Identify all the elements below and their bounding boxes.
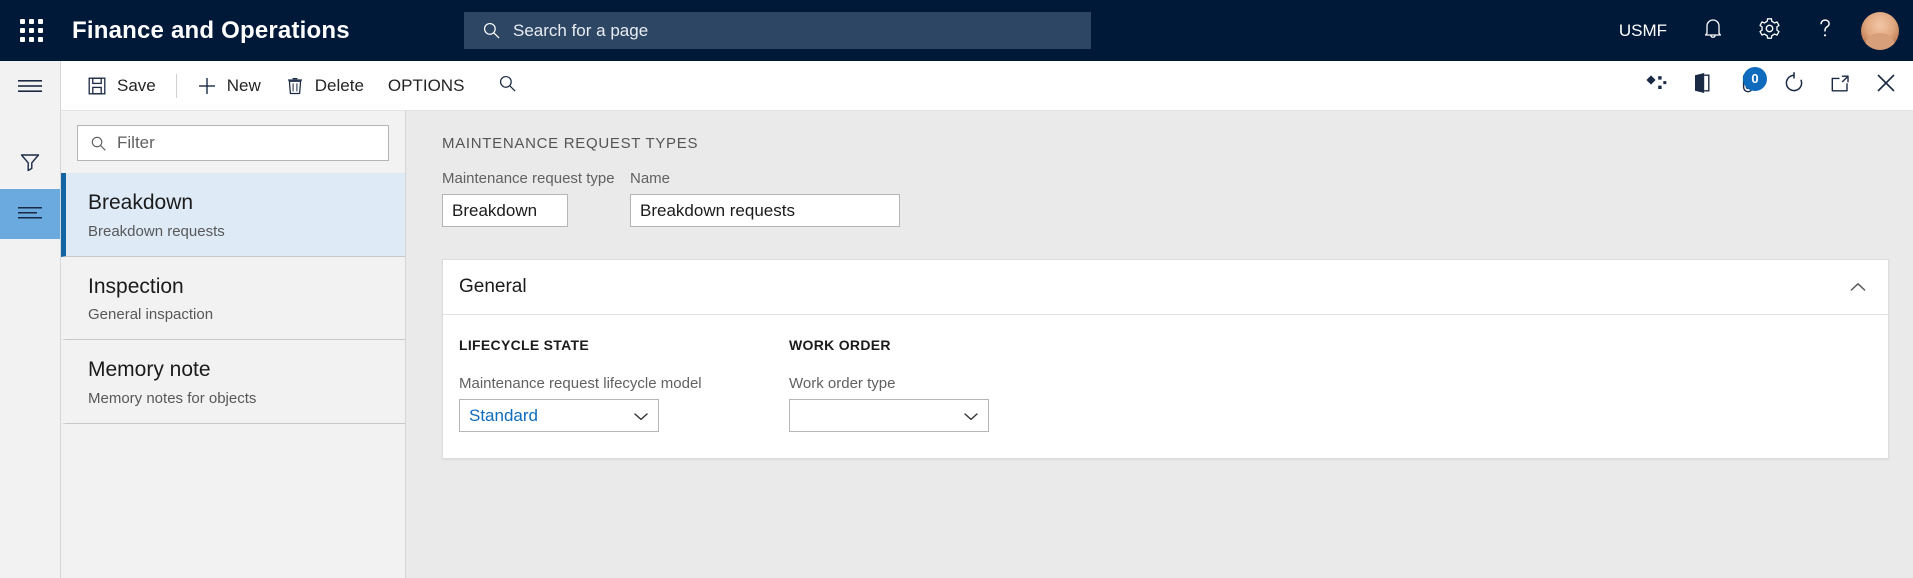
save-button[interactable]: Save [75, 66, 168, 106]
application-window: Finance and Operations Search for a page… [0, 0, 1913, 578]
personalize-button[interactable] [1633, 63, 1679, 109]
chevron-down-icon [962, 410, 980, 422]
diamond-shapes-icon [1644, 73, 1668, 98]
filter-box-container: Filter [61, 111, 405, 173]
chevron-down-icon [632, 410, 650, 422]
notifications-button[interactable] [1685, 0, 1741, 61]
navigation-menu-button[interactable] [0, 61, 60, 115]
content-area: Save New Delete OPTIONS 0 Filter Breakdo… [61, 61, 1913, 578]
lifecycle-model-value: Standard [469, 405, 538, 425]
lifecycle-state-group: LIFECYCLE STATE Maintenance request life… [459, 337, 789, 432]
lifecycle-state-group-title: LIFECYCLE STATE [459, 337, 589, 353]
office-document-icon [1691, 71, 1713, 100]
general-fasttab-header[interactable]: General [443, 260, 1888, 315]
hamburger-icon [17, 78, 43, 99]
page-title: MAINTENANCE REQUEST TYPES [442, 135, 699, 152]
open-in-office-button[interactable] [1679, 63, 1725, 109]
rail-list-button[interactable] [0, 189, 60, 239]
trash-icon [285, 76, 305, 96]
delete-label: Delete [314, 75, 364, 95]
close-button[interactable] [1863, 63, 1909, 109]
refresh-button[interactable] [1771, 63, 1817, 109]
popout-icon [1828, 72, 1852, 99]
close-icon [1874, 71, 1898, 100]
app-launcher-button[interactable] [0, 0, 62, 61]
new-label: New [226, 75, 261, 95]
search-icon [90, 135, 107, 152]
command-bar-right-group: 0 [1633, 61, 1909, 110]
rail-filter-button[interactable] [0, 139, 60, 189]
work-order-type-label: Work order type [789, 375, 896, 392]
list-item-title: Memory note [88, 358, 211, 382]
waffle-icon [19, 19, 43, 42]
list-pane: Filter Breakdown Breakdown requests Insp… [61, 110, 406, 578]
list-item-subtitle: Breakdown requests [88, 222, 225, 240]
rail-spacer [0, 115, 60, 139]
list-item-subtitle: General inspaction [88, 306, 214, 324]
company-selector[interactable]: USMF [1601, 21, 1685, 41]
options-tab[interactable]: OPTIONS [376, 66, 477, 106]
filter-input[interactable]: Filter [77, 125, 389, 161]
avatar[interactable] [1861, 11, 1899, 50]
work-order-type-dropdown[interactable] [789, 399, 989, 432]
global-search-box[interactable]: Search for a page [464, 12, 1091, 49]
header-field-row: Maintenance request type Breakdown Name … [442, 170, 1889, 227]
left-rail [0, 61, 61, 578]
list-item-subtitle: Memory notes for objects [88, 389, 257, 407]
search-icon [482, 21, 501, 40]
work-order-group: WORK ORDER Work order type [789, 337, 1119, 432]
question-mark-icon [1813, 15, 1837, 46]
workspace: Filter Breakdown Breakdown requests Insp… [61, 110, 1913, 578]
name-field: Name Breakdown requests [630, 170, 900, 227]
work-order-group-title: WORK ORDER [789, 337, 891, 353]
general-fasttab: General LIFECYCLE STATE Maintenance requ… [442, 259, 1889, 459]
lifecycle-model-label: Maintenance request lifecycle model [459, 375, 702, 392]
command-divider [175, 73, 177, 98]
maintenance-request-type-label: Maintenance request type [442, 170, 615, 187]
body-row: Save New Delete OPTIONS 0 Filter Breakdo… [0, 61, 1913, 578]
list-item-title: Breakdown [88, 191, 194, 214]
list-item[interactable]: Inspection General inspaction [61, 257, 405, 341]
command-bar: Save New Delete OPTIONS 0 [61, 61, 1913, 110]
global-search-placeholder: Search for a page [513, 20, 649, 40]
filter-placeholder: Filter [117, 133, 155, 152]
top-navigation-right-group: USMF [1601, 0, 1913, 61]
list-item[interactable]: Breakdown Breakdown requests [61, 173, 405, 257]
app-title: Finance and Operations [72, 16, 350, 44]
name-input[interactable]: Breakdown requests [630, 194, 900, 227]
name-label: Name [630, 170, 671, 187]
list-lines-icon [17, 204, 43, 225]
attachments-button[interactable]: 0 [1725, 63, 1771, 109]
help-button[interactable] [1797, 0, 1853, 61]
list-item[interactable]: Memory note Memory notes for objects [61, 340, 405, 424]
list-items: Breakdown Breakdown requests Inspection … [61, 173, 405, 578]
save-disk-icon [87, 76, 107, 96]
gear-icon [1757, 16, 1782, 46]
options-label: OPTIONS [387, 75, 465, 95]
list-item-title: Inspection [88, 274, 184, 298]
general-fasttab-body: LIFECYCLE STATE Maintenance request life… [443, 315, 1888, 458]
open-in-new-window-button[interactable] [1817, 63, 1863, 109]
bell-icon [1702, 16, 1724, 45]
plus-icon [197, 76, 217, 96]
maintenance-request-type-field: Maintenance request type Breakdown [442, 170, 615, 227]
refresh-icon [1782, 71, 1806, 100]
settings-button[interactable] [1741, 0, 1797, 61]
delete-button[interactable]: Delete [273, 66, 376, 106]
lifecycle-model-dropdown[interactable]: Standard [459, 399, 659, 432]
chevron-up-icon[interactable] [1848, 280, 1874, 294]
top-navigation-bar: Finance and Operations Search for a page… [0, 0, 1913, 61]
maintenance-request-type-input[interactable]: Breakdown [442, 194, 568, 227]
new-button[interactable]: New [185, 66, 273, 106]
funnel-icon [18, 150, 42, 179]
save-label: Save [117, 75, 156, 95]
form-pane: MAINTENANCE REQUEST TYPES Maintenance re… [406, 110, 1913, 578]
search-icon [498, 74, 517, 98]
general-fasttab-title: General [459, 276, 527, 297]
command-search-button[interactable] [486, 66, 528, 106]
attachments-count-badge: 0 [1743, 66, 1767, 91]
